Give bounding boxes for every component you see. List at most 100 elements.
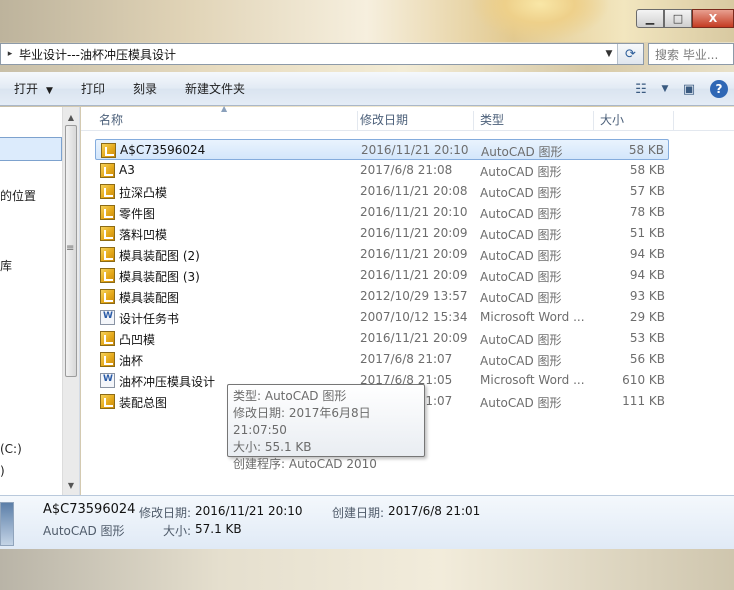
file-size: 56 KB xyxy=(629,352,665,366)
file-name: 模具装配图 (3) xyxy=(119,270,200,284)
file-size: 78 KB xyxy=(629,205,665,219)
file-name: 设计任务书 xyxy=(119,312,180,326)
scroll-up-icon[interactable]: ▲ xyxy=(63,109,79,125)
scroll-grip-icon: ≡ xyxy=(66,243,75,254)
open-button[interactable]: 打开 ▼ xyxy=(0,80,67,97)
file-row[interactable]: 零件图 2016/11/21 20:10 AutoCAD 图形 78 KB xyxy=(95,202,669,223)
column-header: ▲ 名称 修改日期 类型 大小 xyxy=(81,104,734,131)
file-type: AutoCAD 图形 xyxy=(480,270,562,284)
tooltip-size: 大小: 55.1 KB xyxy=(233,440,312,454)
file-date: 2017/6/8 21:07 xyxy=(360,352,453,366)
file-icon xyxy=(100,163,115,178)
view-dropdown-icon[interactable]: ▼ xyxy=(656,78,674,100)
column-size[interactable]: 大小 xyxy=(594,111,674,131)
file-icon xyxy=(100,310,115,325)
file-type: AutoCAD 图形 xyxy=(480,354,562,368)
nav-selected-item[interactable] xyxy=(0,137,62,161)
file-date: 2016/11/21 20:09 xyxy=(360,247,468,261)
file-icon xyxy=(100,205,115,220)
file-name: 油杯 xyxy=(119,354,144,368)
file-type: Microsoft Word ... xyxy=(480,310,585,324)
column-date[interactable]: 修改日期 xyxy=(354,111,474,131)
help-button[interactable]: ? xyxy=(704,78,734,100)
close-button[interactable]: X xyxy=(692,9,734,28)
details-modified-value: 2016/11/21 20:10 xyxy=(195,504,303,518)
file-size: 111 KB xyxy=(622,394,665,408)
details-created-value: 2017/6/8 21:01 xyxy=(388,504,481,518)
file-size: 29 KB xyxy=(629,310,665,324)
tooltip-program: 创建程序: AutoCAD 2010 xyxy=(233,457,377,471)
file-date: 2016/11/21 20:09 xyxy=(360,268,468,282)
file-icon xyxy=(100,331,115,346)
desktop-background-bottom xyxy=(0,549,734,590)
file-type: AutoCAD 图形 xyxy=(480,165,562,179)
address-dropdown-icon[interactable]: ▼ xyxy=(601,49,617,59)
file-name: 模具装配图 (2) xyxy=(119,249,200,263)
file-type: AutoCAD 图形 xyxy=(480,228,562,242)
background-flower xyxy=(470,0,610,42)
file-name: 落料凹模 xyxy=(119,228,168,242)
file-size: 58 KB xyxy=(628,143,664,157)
file-row[interactable]: 拉深凸模 2016/11/21 20:08 AutoCAD 图形 57 KB xyxy=(95,181,669,202)
file-size: 93 KB xyxy=(629,289,665,303)
view-options-icon[interactable]: ☷ xyxy=(626,78,656,100)
file-icon xyxy=(100,352,115,367)
file-type: AutoCAD 图形 xyxy=(480,249,562,263)
open-dropdown-icon[interactable]: ▼ xyxy=(46,86,53,96)
file-type: AutoCAD 图形 xyxy=(480,207,562,221)
details-size-label: 大小: xyxy=(163,524,192,538)
file-row[interactable]: 落料凹模 2016/11/21 20:09 AutoCAD 图形 51 KB xyxy=(95,223,669,244)
file-icon xyxy=(100,184,115,199)
file-icon xyxy=(100,373,115,388)
scroll-down-icon[interactable]: ▼ xyxy=(63,477,79,493)
minimize-button[interactable]: ▁ xyxy=(636,9,664,28)
address-bar[interactable]: ▸ 毕业设计---油杯冲压模具设计 ▼ ⟳ xyxy=(0,43,644,65)
preview-pane-icon[interactable]: ▣ xyxy=(674,78,704,100)
file-name: 凸凹模 xyxy=(119,333,156,347)
refresh-icon[interactable]: ⟳ xyxy=(617,44,643,64)
file-type: Microsoft Word ... xyxy=(480,373,585,387)
help-icon: ? xyxy=(710,80,728,98)
file-name: 油杯冲压模具设计 xyxy=(119,375,216,389)
file-thumbnail xyxy=(0,502,14,546)
file-type: AutoCAD 图形 xyxy=(480,396,562,410)
column-name[interactable]: 名称 xyxy=(93,111,358,131)
details-modified-label: 修改日期: xyxy=(139,506,192,520)
nav-item-drive-c[interactable]: (C:) xyxy=(0,442,22,456)
address-path[interactable]: 毕业设计---油杯冲压模具设计 xyxy=(19,46,601,63)
file-row[interactable]: 油杯 2017/6/8 21:07 AutoCAD 图形 56 KB xyxy=(95,349,669,370)
file-date: 2007/10/12 15:34 xyxy=(360,310,468,324)
column-type[interactable]: 类型 xyxy=(474,111,594,131)
tooltip-modified: 修改日期: 2017年6月8日 21:07:50 xyxy=(233,406,371,437)
desktop-background xyxy=(0,0,734,42)
file-icon xyxy=(100,247,115,262)
nav-item-locations[interactable]: 的位置 xyxy=(0,187,36,204)
file-icon xyxy=(101,143,116,158)
print-button[interactable]: 打印 xyxy=(67,80,119,97)
file-row[interactable]: 设计任务书 2007/10/12 15:34 Microsoft Word ... 2… xyxy=(95,307,669,328)
file-date: 2016/11/21 20:10 xyxy=(360,205,468,219)
file-row[interactable]: 模具装配图 2012/10/29 13:57 AutoCAD 图形 93 KB xyxy=(95,286,669,307)
file-type: AutoCAD 图形 xyxy=(480,291,562,305)
breadcrumb-arrow-icon[interactable]: ▸ xyxy=(1,49,19,59)
details-type: AutoCAD 图形 xyxy=(43,524,125,538)
file-row[interactable]: 模具装配图 (2) 2016/11/21 20:09 AutoCAD 图形 94 KB xyxy=(95,244,669,265)
file-name: 装配总图 xyxy=(119,396,168,410)
nav-scrollbar[interactable]: ▲ ≡ ▼ xyxy=(62,107,79,495)
file-row[interactable]: A3 2017/6/8 21:08 AutoCAD 图形 58 KB xyxy=(95,160,669,181)
new-folder-button[interactable]: 新建文件夹 xyxy=(171,80,259,97)
file-row[interactable]: 模具装配图 (3) 2016/11/21 20:09 AutoCAD 图形 94 KB xyxy=(95,265,669,286)
file-tooltip: 类型: AutoCAD 图形 修改日期: 2017年6月8日 21:07:50 … xyxy=(227,384,425,471)
nav-item-library[interactable]: 库 xyxy=(0,257,12,274)
burn-button[interactable]: 刻录 xyxy=(119,80,171,97)
file-row[interactable]: A$C73596024 2016/11/21 20:10 AutoCAD 图形 58 … xyxy=(95,139,669,160)
file-size: 58 KB xyxy=(629,163,665,177)
file-date: 2016/11/21 20:09 xyxy=(360,331,468,345)
search-input[interactable]: 搜索 毕业... xyxy=(648,43,734,65)
file-row[interactable]: 凸凹模 2016/11/21 20:09 AutoCAD 图形 53 KB xyxy=(95,328,669,349)
maximize-button[interactable]: □ xyxy=(664,9,692,28)
details-pane: A$C73596024 修改日期: 2016/11/21 20:10 创建日期:… xyxy=(0,495,734,549)
file-size: 53 KB xyxy=(629,331,665,345)
nav-item-drive-d[interactable]: ) xyxy=(0,464,5,478)
details-created-label: 创建日期: xyxy=(332,506,385,520)
